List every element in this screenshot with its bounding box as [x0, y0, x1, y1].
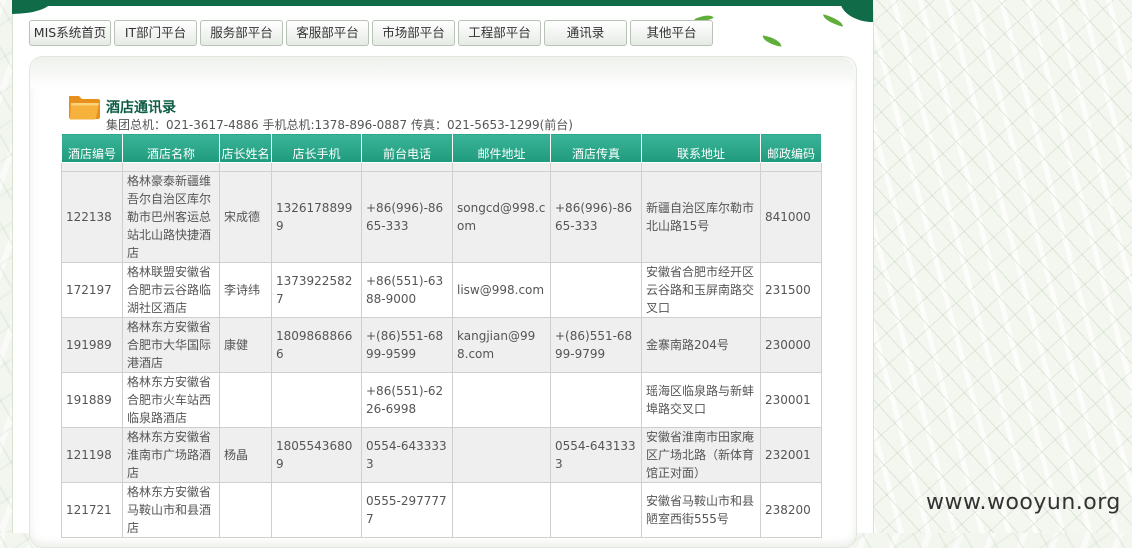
- top-navigation: MIS系统首页 IT部门平台 服务部平台 客服部平台 市场部平台 工程部平台 通…: [29, 20, 713, 46]
- group-contact-line: 集团总机：021-3617-4886 手机总机:1378-896-0887 传真…: [106, 118, 573, 132]
- table-cell: 18055436809: [271, 427, 362, 483]
- column-header: 前台电话: [361, 133, 453, 163]
- table-row: 121721 格林东方安徽省马鞍山市和县酒店 0555-2977777 安徽省马…: [61, 482, 822, 538]
- column-header: 联系地址: [641, 133, 761, 163]
- table-cell: 231500: [760, 262, 822, 318]
- folder-icon: [67, 91, 101, 121]
- table-cell: 安徽省马鞍山市和县陋室西街555号: [641, 482, 761, 538]
- column-header: 酒店名称: [122, 133, 220, 163]
- table-cell: 191989: [61, 317, 123, 373]
- table-cell: +86(551)-6226-6998: [361, 372, 453, 428]
- table-cell: 238200: [760, 482, 822, 538]
- table-cell: 格林东方安徽省马鞍山市和县酒店: [122, 482, 220, 538]
- watermark: www.wooyun.org: [926, 490, 1121, 515]
- tab-engineering-platform[interactable]: 工程部平台: [458, 20, 541, 46]
- table-cell: 格林东方安徽省合肥市大华国际港酒店: [122, 317, 220, 373]
- table-cell: +(86)551-6899-9599: [361, 317, 453, 373]
- table-cell: kangjian@998.com: [452, 317, 551, 373]
- table-cell: [550, 262, 642, 318]
- table-cell: 0554-6431333: [550, 427, 642, 483]
- table-cell: 李诗纬: [219, 262, 272, 318]
- table-cell: +86(551)-6388-9000: [361, 262, 453, 318]
- table-cell: [452, 427, 551, 483]
- table-cell: 康健: [219, 317, 272, 373]
- table-cell: 格林东方安徽省合肥市火车站西临泉路酒店: [122, 372, 220, 428]
- table-cell: +86(996)-8665-333: [361, 171, 453, 263]
- table-cell: 13261788999: [271, 171, 362, 263]
- table-cell: [550, 482, 642, 538]
- tab-customer-service-platform[interactable]: 客服部平台: [286, 20, 369, 46]
- table-cell: 格林联盟安徽省合肥市云谷路临湖社区酒店: [122, 262, 220, 318]
- hotel-directory-table: 酒店编号 酒店名称 店长姓名 店长手机 前台电话 邮件地址 酒店传真 联系地址 …: [61, 133, 822, 538]
- table-cell: 宋成德: [219, 171, 272, 263]
- table-cell: [550, 372, 642, 428]
- table-cell: 230000: [760, 317, 822, 373]
- table-cell: [219, 372, 272, 428]
- tab-other-platforms[interactable]: 其他平台: [630, 20, 713, 46]
- table-cell: 172197: [61, 262, 123, 318]
- tab-service-platform[interactable]: 服务部平台: [200, 20, 283, 46]
- table-cell: 新疆自治区库尔勒市北山路15号: [641, 171, 761, 263]
- table-cell: 安徽省合肥市经开区云谷路和玉屏南路交叉口: [641, 262, 761, 318]
- table-row: 121198 格林东方安徽省淮南市广场路酒店 杨晶 18055436809 05…: [61, 427, 822, 483]
- bamboo-background: [872, 0, 1132, 533]
- table-cell: 杨晶: [219, 427, 272, 483]
- table-cell: songcd@998.com: [452, 171, 551, 263]
- table-cell: [452, 372, 551, 428]
- table-cell: [219, 482, 272, 538]
- table-row: 122138 格林豪泰新疆维吾尔自治区库尔勒市巴州客运总站北山路快捷酒店 宋成德…: [61, 171, 822, 263]
- table-cell: [271, 482, 362, 538]
- tab-it-platform[interactable]: IT部门平台: [114, 20, 197, 46]
- table-cell: +(86)551-6899-9799: [550, 317, 642, 373]
- table-cell: 格林豪泰新疆维吾尔自治区库尔勒市巴州客运总站北山路快捷酒店: [122, 171, 220, 263]
- panel-header-shade: [30, 57, 854, 89]
- table-cell: 格林东方安徽省淮南市广场路酒店: [122, 427, 220, 483]
- table-cell: [271, 372, 362, 428]
- table-cell: 232001: [760, 427, 822, 483]
- column-header: 店长姓名: [219, 133, 272, 163]
- table-cell: 841000: [760, 171, 822, 263]
- table-cell: 191889: [61, 372, 123, 428]
- table-cell: 121198: [61, 427, 123, 483]
- table-cell: 金寨南路204号: [641, 317, 761, 373]
- table-cell: 122138: [61, 171, 123, 263]
- table-row: 172197 格林联盟安徽省合肥市云谷路临湖社区酒店 李诗纬 137392258…: [61, 262, 822, 318]
- table-row: 191989 格林东方安徽省合肥市大华国际港酒店 康健 18098688666 …: [61, 317, 822, 373]
- table-cell: 0555-2977777: [361, 482, 453, 538]
- section-title: 酒店通讯录: [106, 100, 176, 116]
- table-cell: 瑶海区临泉路与新蚌埠路交叉口: [641, 372, 761, 428]
- column-header: 邮件地址: [452, 133, 551, 163]
- table-cell: 安徽省淮南市田家庵区广场北路（新体育馆正对面）: [641, 427, 761, 483]
- tab-mis-home[interactable]: MIS系统首页: [29, 20, 111, 46]
- table-cell: 0554-6433333: [361, 427, 453, 483]
- table-cell: 230001: [760, 372, 822, 428]
- tab-directory[interactable]: 通讯录: [544, 20, 627, 46]
- top-bar: [12, 0, 873, 6]
- tab-marketing-platform[interactable]: 市场部平台: [372, 20, 455, 46]
- table-cell: lisw@998.com: [452, 262, 551, 318]
- table-cell: 121721: [61, 482, 123, 538]
- column-header: 酒店传真: [550, 133, 642, 163]
- table-spacer-row: [61, 162, 822, 172]
- table-cell: 13739225827: [271, 262, 362, 318]
- table-cell: [452, 482, 551, 538]
- column-header: 邮政编码: [760, 133, 822, 163]
- table-cell: 18098688666: [271, 317, 362, 373]
- table-header-row: 酒店编号 酒店名称 店长姓名 店长手机 前台电话 邮件地址 酒店传真 联系地址 …: [61, 133, 822, 163]
- table-cell: +86(996)-8665-333: [550, 171, 642, 263]
- column-header: 店长手机: [271, 133, 362, 163]
- table-row: 191889 格林东方安徽省合肥市火车站西临泉路酒店 +86(551)-6226…: [61, 372, 822, 428]
- column-header: 酒店编号: [61, 133, 123, 163]
